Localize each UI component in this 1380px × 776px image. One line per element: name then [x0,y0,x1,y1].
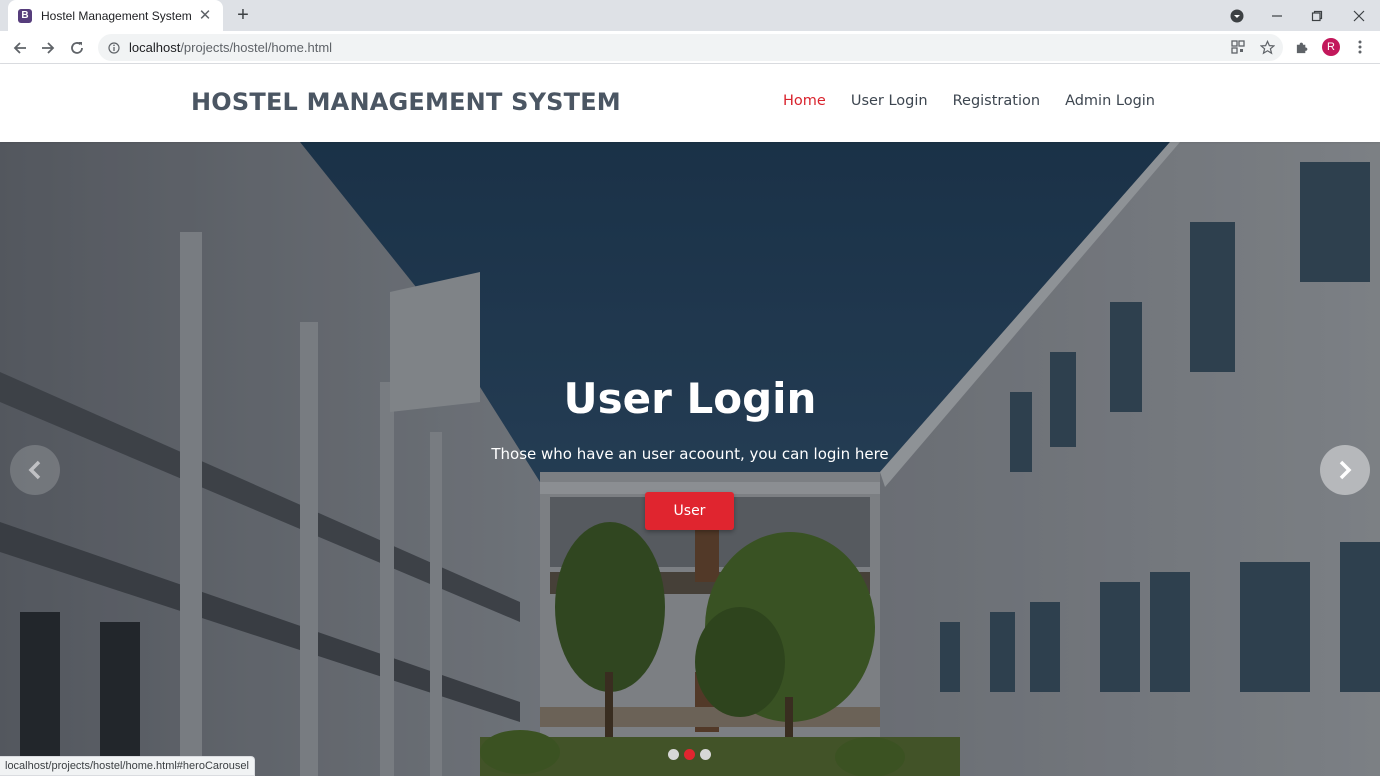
carousel-indicator-1[interactable] [668,749,679,760]
restore-icon[interactable] [1297,0,1337,31]
close-tab-icon[interactable]: ✕ [197,7,213,24]
info-icon[interactable] [108,41,120,54]
browser-tab-strip: B Hostel Management System ✕ + [0,0,1380,31]
carousel-indicator-2[interactable] [684,749,695,760]
hero-description: Those who have an user acoount, you can … [491,445,889,463]
nav-link-admin-login[interactable]: Admin Login [1065,93,1155,109]
minimize-icon[interactable] [1257,0,1297,31]
url-text: localhost/projects/hostel/home.html [129,40,333,55]
carousel-prev-button[interactable] [10,445,60,495]
main-nav: Home User Login Registration Admin Login [783,93,1180,109]
back-icon[interactable] [8,36,32,60]
carousel-indicators [668,749,716,760]
address-bar[interactable]: localhost/projects/hostel/home.html [98,34,1283,61]
nav-link-registration[interactable]: Registration [953,93,1040,109]
new-tab-icon[interactable]: + [233,5,253,25]
nav-link-user-login[interactable]: User Login [851,93,928,109]
bootstrap-favicon-icon: B [18,8,32,23]
site-header: HOSTEL MANAGEMENT SYSTEM Home User Login… [0,64,1380,142]
close-window-icon[interactable] [1339,0,1379,31]
bookmark-star-icon[interactable] [1256,36,1278,58]
tab-title: Hostel Management System [41,8,192,23]
hero-title: User Login [563,374,817,423]
user-login-button[interactable]: User [645,492,734,530]
carousel-next-button[interactable] [1320,445,1370,495]
extensions-puzzle-icon[interactable] [1291,36,1313,58]
carousel-indicator-3[interactable] [700,749,711,760]
site-brand[interactable]: HOSTEL MANAGEMENT SYSTEM [191,88,621,116]
browser-menu-dropdown-icon[interactable] [1217,0,1257,31]
profile-avatar[interactable]: R [1320,36,1342,58]
reload-icon[interactable] [65,36,89,60]
browser-toolbar: localhost/projects/hostel/home.html R [0,31,1380,64]
link-status-bar: localhost/projects/hostel/home.html#hero… [0,756,255,776]
forward-icon[interactable] [36,36,60,60]
browser-tab[interactable]: B Hostel Management System ✕ [8,0,223,31]
nav-link-home[interactable]: Home [783,93,826,109]
chevron-left-icon [28,460,41,480]
chevron-right-icon [1339,460,1352,480]
qr-code-icon[interactable] [1227,36,1249,58]
browser-kebab-menu-icon[interactable] [1349,36,1371,58]
hero-carousel: User Login Those who have an user acooun… [0,142,1380,776]
